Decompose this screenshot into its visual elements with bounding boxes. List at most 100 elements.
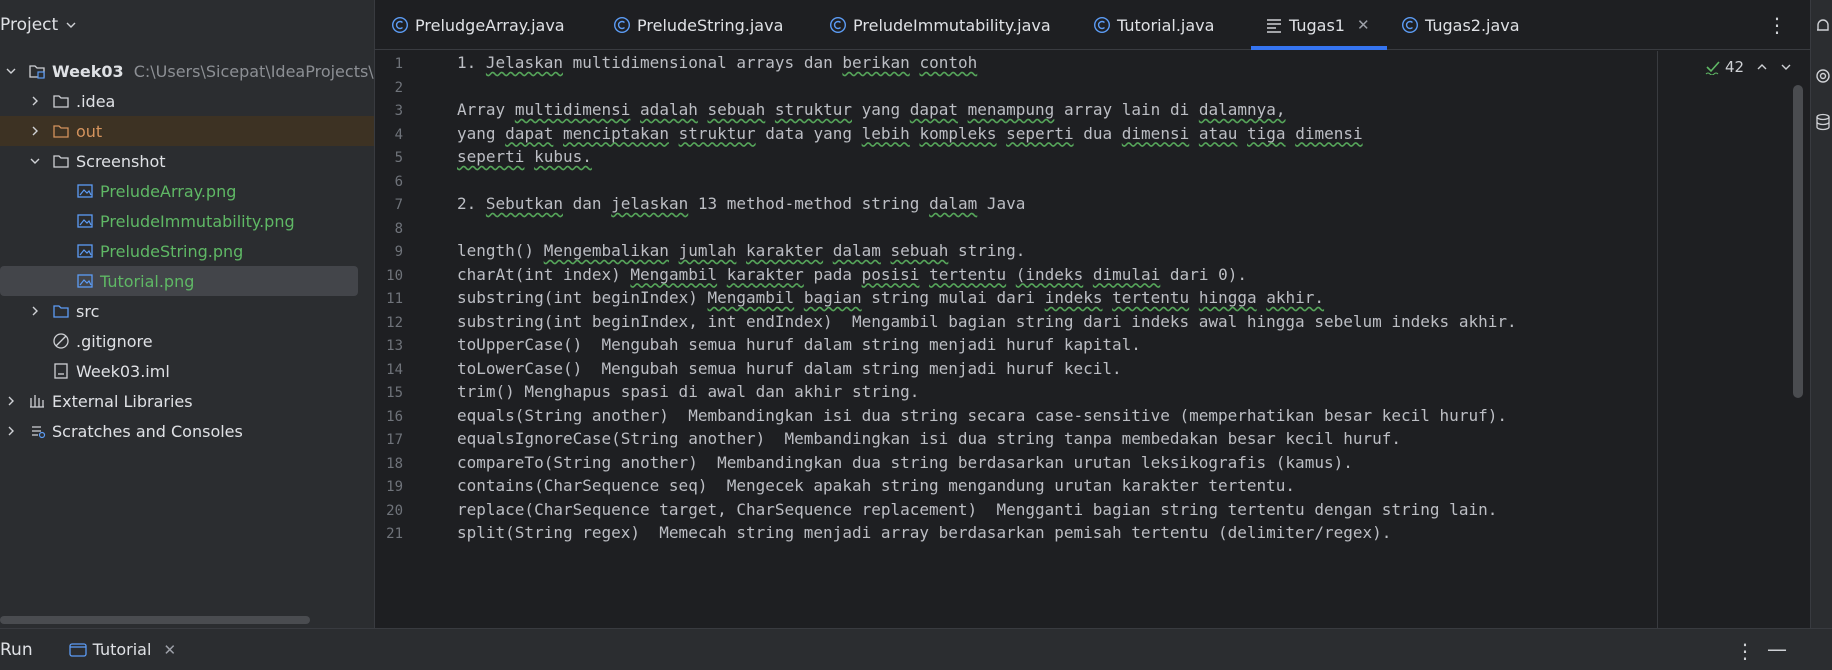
tree-item-out[interactable]: out (0, 116, 374, 146)
image-file-icon (77, 184, 93, 198)
code-line[interactable]: split(String regex) Memecah string menja… (457, 519, 1391, 546)
vertical-scrollbar[interactable] (1793, 85, 1803, 398)
run-tab-tutorial[interactable]: Tutorial ✕ (68, 640, 176, 659)
line-number: 2 (394, 79, 403, 96)
java-class-icon (613, 16, 631, 34)
line-number: 12 (386, 314, 403, 331)
line-number: 11 (386, 291, 403, 307)
more-options-icon[interactable]: ⋮ (1767, 14, 1787, 36)
project-header[interactable]: Project (0, 0, 374, 50)
line-number: 15 (386, 385, 403, 401)
tree-item-idea[interactable]: .idea (0, 86, 374, 116)
line-number: 3 (394, 103, 403, 119)
chevron-right-icon[interactable] (4, 394, 18, 408)
java-class-icon (1093, 16, 1111, 34)
chevron-down-icon[interactable] (28, 154, 42, 168)
tree-item-tutorial-png[interactable]: Tutorial.png (0, 266, 358, 296)
chevron-right-icon[interactable] (28, 94, 42, 108)
tree-item-label: PreludeArray.png (100, 181, 237, 201)
code-line[interactable]: yang dapat menciptakan struktur data yan… (457, 120, 1363, 147)
tree-item-label: PreludeString.png (100, 241, 244, 261)
tree-item-week03[interactable]: Week03 C:\Users\Sicepat\IdeaProjects\W (0, 56, 374, 86)
close-icon[interactable]: ✕ (163, 641, 176, 659)
scratches-icon (32, 426, 46, 439)
line-number: 1 (394, 56, 403, 72)
inspection-widget[interactable]: 42 (1705, 58, 1792, 76)
tab-label: Tugas1 (1289, 15, 1345, 35)
chevron-down-icon[interactable] (4, 64, 18, 78)
line-number: 10 (386, 267, 403, 284)
tree-item-scratches[interactable]: Scratches and Consoles (0, 416, 374, 446)
chevron-up-icon[interactable] (1756, 61, 1768, 73)
editor-tab-bar: PreludgeArray.java PreludeString.java Pr… (375, 0, 1832, 50)
run-tool-window-bar: Run Tutorial ✕ ⋮ — (0, 628, 1832, 670)
java-class-icon (829, 16, 847, 34)
close-icon[interactable]: ✕ (1357, 16, 1370, 34)
minimize-icon[interactable]: — (1767, 637, 1787, 661)
image-file-icon (77, 274, 93, 288)
module-folder-icon (29, 65, 45, 79)
more-options-icon[interactable]: ⋮ (1735, 639, 1755, 663)
tab-tugas2[interactable]: Tugas2.java (1401, 0, 1520, 50)
tree-item-external-libraries[interactable]: External Libraries (0, 386, 374, 416)
line-number: 17 (386, 432, 403, 448)
line-number: 16 (386, 408, 403, 425)
chevron-down-icon[interactable] (1780, 61, 1792, 73)
tree-item-prelude-array-png[interactable]: PreludeArray.png (0, 176, 374, 206)
tab-prelude-string[interactable]: PreludeString.java (613, 0, 783, 50)
tree-item-prelude-string-png[interactable]: PreludeString.png (0, 236, 374, 266)
tree-item-screenshot[interactable]: Screenshot (0, 146, 374, 176)
iml-file-icon (54, 363, 68, 379)
notifications-icon[interactable] (1813, 16, 1832, 36)
libraries-icon (30, 395, 44, 408)
inspection-count: 42 (1725, 58, 1745, 76)
chevron-right-icon[interactable] (4, 424, 18, 438)
tab-preludge-array[interactable]: PreludgeArray.java (391, 0, 565, 50)
tree-item-gitignore[interactable]: .gitignore (0, 326, 374, 356)
tab-prelude-immutability[interactable]: PreludeImmutability.java (829, 0, 1051, 50)
run-label[interactable]: Run (0, 640, 33, 660)
tab-label: PreludeImmutability.java (853, 15, 1051, 35)
horizontal-scrollbar[interactable] (0, 616, 310, 624)
check-mark-icon (1705, 61, 1720, 75)
folder-icon (53, 155, 69, 168)
tab-label: Tugas2.java (1425, 15, 1520, 35)
chevron-right-icon[interactable] (28, 124, 42, 138)
tree-item-path: C:\Users\Sicepat\IdeaProjects\W (133, 61, 374, 81)
line-number: 19 (386, 479, 403, 495)
line-number: 20 (386, 502, 403, 519)
run-tab-label: Tutorial (92, 640, 152, 659)
code-line[interactable]: 2. Sebutkan dan jelaskan 13 method-metho… (457, 190, 1025, 217)
tree-item-label: Week03.iml (76, 361, 170, 381)
tab-tugas1[interactable]: Tugas1 ✕ (1251, 0, 1387, 50)
editor-area: PreludgeArray.java PreludeString.java Pr… (374, 0, 1832, 628)
line-number-gutter: 1 2 3 4 5 6 7 8 9 10 11 12 13 14 15 16 17 18 19 20 21 (375, 51, 457, 628)
line-number: 14 (386, 361, 403, 378)
line-number: 9 (394, 244, 403, 260)
right-tool-strip (1810, 0, 1832, 628)
tree-item-label: .idea (76, 91, 116, 111)
code-text[interactable]: 1. Jelaskan multidimensional arrays dan … (457, 51, 1647, 628)
ai-assistant-icon[interactable] (1813, 66, 1832, 86)
project-title[interactable]: Project (0, 15, 58, 35)
tree-item-week03-iml[interactable]: Week03.iml (0, 356, 374, 386)
java-class-icon (391, 16, 409, 34)
text-file-icon (1267, 19, 1281, 33)
chevron-down-icon[interactable] (66, 20, 76, 30)
tab-tutorial[interactable]: Tutorial.java (1093, 0, 1214, 50)
tree-item-label: Screenshot (76, 151, 166, 171)
tree-item-prelude-immutability-png[interactable]: PreludeImmutability.png (0, 206, 374, 236)
line-number: 7 (394, 197, 403, 213)
line-number: 18 (386, 455, 403, 472)
tree-item-label: .gitignore (76, 331, 153, 351)
tree-item-src[interactable]: src (0, 296, 374, 326)
code-line[interactable]: seperti kubus. (457, 143, 592, 170)
chevron-right-icon[interactable] (28, 304, 42, 318)
line-number: 5 (394, 150, 403, 166)
database-icon[interactable] (1813, 112, 1832, 132)
tab-label: Tutorial.java (1117, 15, 1215, 35)
tab-label: PreludeString.java (637, 15, 784, 35)
line-number: 13 (386, 338, 403, 354)
tree-item-label: Scratches and Consoles (52, 421, 243, 441)
code-line[interactable]: 1. Jelaskan multidimensional arrays dan … (457, 49, 977, 76)
